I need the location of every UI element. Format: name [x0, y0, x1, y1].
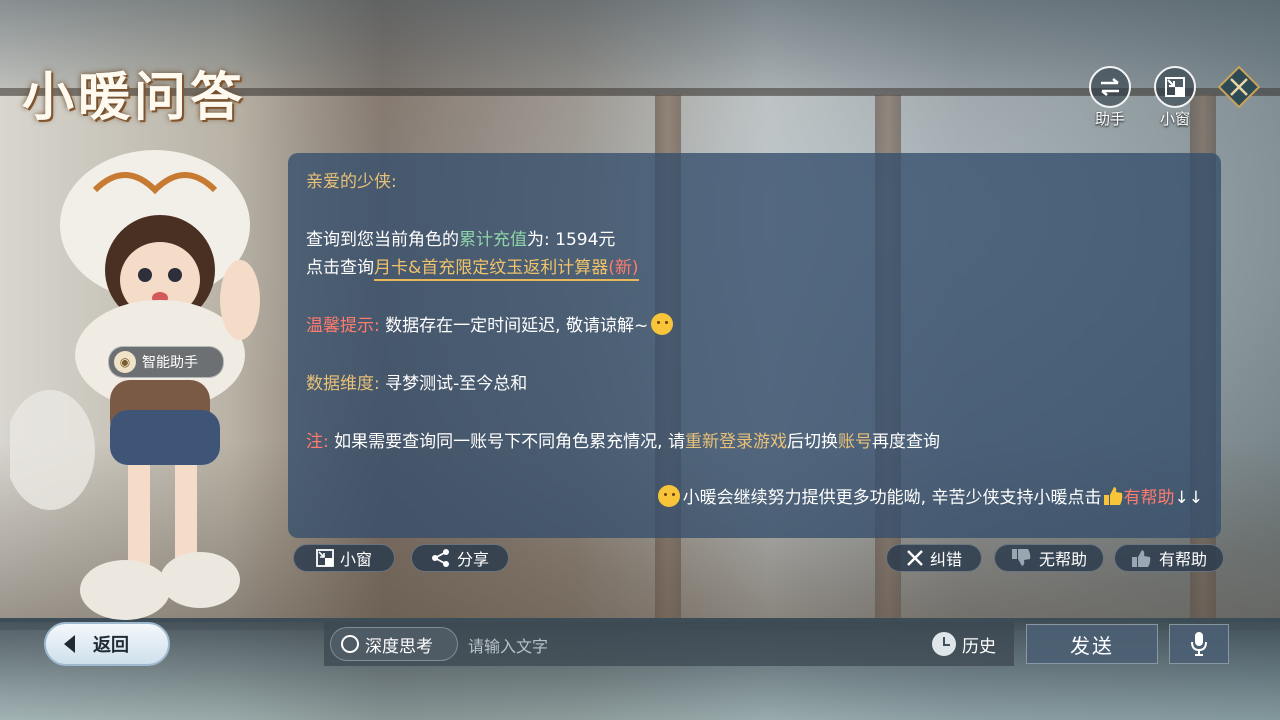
support-helpful-text: 有帮助 — [1123, 488, 1175, 508]
page-title-logo: 小暖问答 — [22, 67, 247, 128]
not-helpful-label: 无帮助 — [1038, 550, 1087, 569]
helpful-label: 有帮助 — [1158, 550, 1207, 569]
helpful-button[interactable]: 有帮助 — [1114, 544, 1224, 572]
share-icon — [431, 549, 449, 567]
dimension-text: 寻梦测试-至今总和 — [379, 374, 528, 394]
minimize-window-icon — [1154, 66, 1196, 108]
send-label: 发送 — [1070, 633, 1114, 658]
smart-assistant-label: 智能助手 — [142, 355, 198, 371]
small-window-button[interactable]: 小窗 — [293, 544, 395, 572]
calculator-prefix: 点击查询 — [306, 258, 374, 278]
note-highlight-account: 账号 — [837, 432, 872, 452]
thumbs-up-icon — [1131, 550, 1151, 567]
swap-arrows-icon — [1089, 66, 1131, 108]
rebate-calculator-link-label: 月卡&首充限定纹玉返利计算器 — [374, 258, 609, 278]
assistant-switch-label: 助手 — [1094, 110, 1125, 128]
assistant-switch-button[interactable]: 助手 — [1082, 66, 1138, 129]
answer-panel: 亲爱的少侠: 查询到您当前角色的累计充值为: 1594元 点击查询月卡&首充限定… — [288, 153, 1221, 538]
dimension-line: 数据维度: 寻梦测试-至今总和 — [306, 369, 527, 394]
deep-think-toggle[interactable]: 深度思考 — [330, 627, 458, 661]
share-button[interactable]: 分享 — [411, 544, 509, 572]
close-icon — [1217, 65, 1261, 109]
note-label: 注: — [306, 432, 329, 452]
small-window-top-button[interactable]: 小窗 — [1147, 66, 1203, 129]
calculator-line: 点击查询月卡&首充限定纹玉返利计算器(新) — [306, 253, 639, 281]
new-tag: (新) — [608, 258, 639, 278]
deep-think-label: 深度思考 — [365, 636, 433, 657]
minimize-window-icon — [316, 549, 334, 567]
microphone-icon — [1191, 632, 1207, 656]
tip-label: 温馨提示: — [306, 316, 380, 336]
report-error-label: 纠错 — [929, 550, 962, 569]
support-arrows: ↓↓ — [1174, 488, 1204, 508]
message-input[interactable] — [466, 630, 910, 662]
smart-assistant-badge[interactable]: ◉ 智能助手 — [108, 346, 224, 378]
thumbs-down-icon — [1011, 549, 1031, 566]
history-label: 历史 — [962, 636, 996, 657]
recharge-line: 查询到您当前角色的累计充值为: 1594元 — [306, 225, 615, 250]
back-button[interactable]: 返回 — [44, 622, 170, 666]
recharge-highlight: 累计充值 — [459, 230, 527, 250]
mascot-illustration — [5, 150, 290, 670]
greeting-text: 亲爱的少侠: — [306, 172, 397, 192]
small-window-top-label: 小窗 — [1159, 110, 1190, 128]
thumbs-up-emoji-icon — [1103, 487, 1122, 505]
recharge-prefix: 查询到您当前角色的 — [306, 230, 459, 250]
history-button[interactable]: 历史 — [932, 628, 996, 660]
send-button[interactable]: 发送 — [1026, 624, 1158, 664]
not-helpful-button[interactable]: 无帮助 — [994, 544, 1104, 572]
recharge-suffix: 为: 1594元 — [527, 230, 616, 250]
support-line: 小暖会继续努力提供更多功能呦, 辛苦少侠支持小暖点击 有帮助↓↓ — [655, 483, 1203, 508]
note-text-1: 如果需要查询同一账号下不同角色累充情况, 请 — [328, 432, 685, 452]
rebate-calculator-link[interactable]: 月卡&首充限定纹玉返利计算器(新) — [374, 258, 639, 281]
kiss-emoji-icon — [651, 313, 674, 335]
note-text-3: 再度查询 — [871, 432, 940, 452]
small-window-label: 小窗 — [339, 550, 372, 569]
note-highlight-relogin: 重新登录游戏 — [684, 432, 787, 452]
report-error-button[interactable]: 纠错 — [886, 544, 982, 572]
microphone-button[interactable] — [1169, 624, 1229, 664]
note-text-2: 后切换 — [786, 432, 838, 452]
back-label: 返回 — [93, 635, 129, 656]
tip-text: 数据存在一定时间延迟, 敬请谅解~ — [379, 316, 649, 336]
mascot-avatar-icon: ◉ — [114, 351, 136, 373]
dimension-label: 数据维度: — [306, 374, 380, 394]
clock-icon — [932, 632, 956, 656]
toggle-circle-icon — [341, 635, 359, 653]
tip-line: 温馨提示: 数据存在一定时间延迟, 敬请谅解~ — [306, 311, 674, 336]
back-arrow-icon — [64, 635, 75, 653]
cross-icon — [907, 550, 923, 566]
kiss-emoji-icon — [657, 485, 680, 507]
share-label: 分享 — [456, 550, 489, 569]
close-button[interactable] — [1217, 65, 1261, 109]
support-text: 小暖会继续努力提供更多功能呦, 辛苦少侠支持小暖点击 — [682, 488, 1102, 508]
note-line: 注: 如果需要查询同一账号下不同角色累充情况, 请重新登录游戏后切换账号再度查询 — [306, 427, 940, 452]
